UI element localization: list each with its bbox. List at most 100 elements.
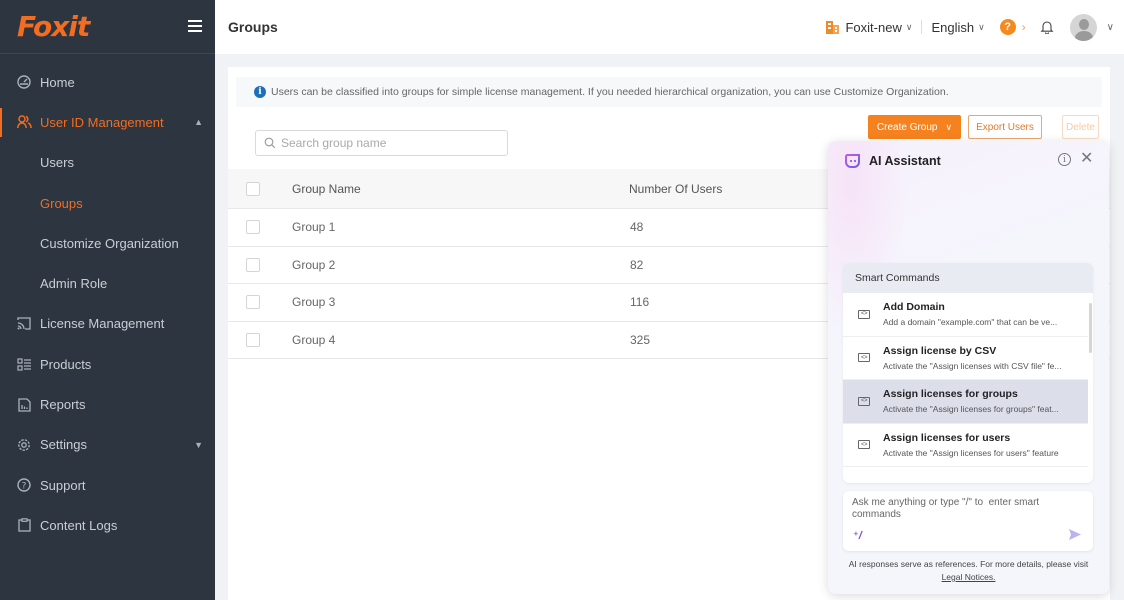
- search-input[interactable]: [281, 136, 481, 150]
- delete-button[interactable]: Delete: [1062, 115, 1099, 139]
- organization-selector[interactable]: Foxit-new ∨: [826, 20, 912, 35]
- sidebar-item-admin-role[interactable]: Admin Role: [0, 263, 215, 303]
- sidebar-item-label: Customize Organization: [40, 235, 179, 251]
- sidebar-item-label: Settings: [40, 437, 87, 453]
- row-checkbox[interactable]: [246, 295, 260, 310]
- smart-commands-title: Smart Commands: [843, 263, 1093, 293]
- divider: [921, 20, 923, 34]
- export-users-button[interactable]: Export Users: [968, 115, 1042, 139]
- bell-icon[interactable]: [1040, 20, 1054, 34]
- column-header-number-of-users[interactable]: Number Of Users: [629, 182, 722, 196]
- sidebar-item-label: Users: [40, 155, 74, 171]
- cast-icon: [16, 316, 32, 332]
- sidebar-item-label: Admin Role: [40, 276, 108, 292]
- legal-notices-link[interactable]: Legal Notices.: [942, 572, 996, 582]
- column-header-group-name[interactable]: Group Name: [292, 182, 361, 196]
- report-icon: [16, 397, 32, 413]
- top-header: Groups Foxit-new ∨ English ∨ ? › ∨: [215, 0, 1124, 54]
- gear-icon: [16, 437, 32, 453]
- command-description: Add a domain "example.com" that can be v…: [883, 317, 1058, 328]
- sidebar-item-settings[interactable]: Settings ▼: [0, 425, 215, 465]
- group-name-cell: Group 1: [292, 220, 336, 235]
- command-description: Activate the "Assign licenses with CSV f…: [883, 360, 1062, 371]
- send-icon[interactable]: [1069, 529, 1081, 540]
- disclaimer-text: AI responses serve as references. For mo…: [848, 559, 1089, 569]
- sidebar-item-support[interactable]: ? Support: [0, 465, 215, 505]
- sidebar-item-groups[interactable]: Groups: [0, 183, 215, 223]
- chevron-up-icon: ▲: [194, 117, 203, 128]
- code-icon: <>: [858, 396, 870, 406]
- select-all-checkbox[interactable]: [246, 181, 260, 196]
- command-title: Add Domain: [883, 301, 945, 314]
- ai-bot-icon: [845, 154, 860, 168]
- code-icon: <>: [858, 309, 870, 319]
- group-name-cell: Group 4: [292, 332, 336, 347]
- foxit-logo[interactable]: Foxit: [17, 10, 90, 43]
- info-banner: i Users can be classified into groups fo…: [236, 77, 1102, 107]
- smart-command-trigger-button[interactable]: ⁺/: [853, 529, 862, 542]
- group-name-cell: Group 3: [292, 295, 336, 310]
- info-icon[interactable]: i: [1058, 153, 1071, 166]
- command-title: Assign licenses for users: [883, 431, 1011, 444]
- code-icon: <>: [858, 440, 870, 450]
- page-title: Groups: [228, 19, 278, 35]
- info-text: Users can be classified into groups for …: [271, 86, 949, 98]
- sidebar-item-home[interactable]: Home: [0, 62, 215, 102]
- scrollbar[interactable]: [1089, 303, 1092, 353]
- smart-command-item[interactable]: <> Add Domain Add a domain "example.com" …: [843, 293, 1088, 337]
- smart-command-item[interactable]: <> Assign license by CSV Activate the "As…: [843, 337, 1088, 380]
- ai-chat-input[interactable]: [852, 497, 1082, 525]
- sidebar-item-user-id-management[interactable]: User ID Management ▲: [0, 102, 215, 142]
- sidebar-item-content-logs[interactable]: Content Logs: [0, 505, 215, 545]
- sidebar-item-customize-organization[interactable]: Customize Organization: [0, 223, 215, 263]
- smart-command-item[interactable]: <> Assign licenses for users Activate the…: [843, 424, 1088, 467]
- close-icon[interactable]: ✕: [1080, 151, 1093, 167]
- user-count-cell: 325: [630, 332, 651, 347]
- user-count-cell: 116: [630, 295, 650, 310]
- search-icon: [264, 137, 276, 149]
- sidebar: Foxit Home User ID Management ▲ Users Gr…: [0, 0, 215, 600]
- user-count-cell: 82: [630, 257, 644, 272]
- row-checkbox[interactable]: [246, 332, 260, 347]
- clipboard-icon: [16, 517, 32, 533]
- language-label: English: [931, 19, 975, 35]
- smart-command-item[interactable]: <> Assign licenses for groups Activate th…: [843, 380, 1088, 424]
- row-checkbox[interactable]: [246, 257, 260, 272]
- sidebar-item-label: Home: [40, 74, 75, 90]
- create-group-button[interactable]: Create Group ∨: [868, 115, 961, 139]
- sidebar-item-label: License Management: [40, 316, 165, 332]
- help-icon[interactable]: ?: [999, 19, 1016, 35]
- building-icon: [826, 21, 840, 34]
- chevron-down-icon: ▼: [194, 439, 203, 450]
- create-group-label: Create Group: [876, 121, 938, 133]
- chevron-right-icon[interactable]: ›: [1022, 20, 1026, 34]
- avatar[interactable]: [1069, 13, 1097, 41]
- sidebar-nav: Home User ID Management ▲ Users Groups C…: [0, 62, 215, 546]
- sidebar-item-users[interactable]: Users: [0, 143, 215, 183]
- info-icon: i: [254, 86, 266, 98]
- question-circle-icon: ?: [16, 477, 32, 493]
- sidebar-item-label: Content Logs: [40, 517, 118, 533]
- svg-text:?: ?: [22, 481, 27, 491]
- ai-assistant-panel: AI Assistant i ✕ Smart Commands <> Add D…: [828, 141, 1109, 594]
- sidebar-item-license-management[interactable]: License Management: [0, 304, 215, 344]
- sidebar-item-products[interactable]: Products: [0, 344, 215, 384]
- ai-input-box: ⁺/: [843, 491, 1093, 551]
- chevron-down-icon[interactable]: ∨: [1107, 22, 1114, 33]
- sidebar-item-label: Reports: [40, 397, 86, 413]
- sidebar-item-label: User ID Management: [40, 114, 164, 130]
- command-description: Activate the "Assign licenses for groups…: [883, 404, 1059, 415]
- ai-assistant-header: AI Assistant: [844, 153, 941, 168]
- command-title: Assign licenses for groups: [883, 388, 1018, 401]
- row-checkbox[interactable]: [246, 220, 260, 235]
- smart-commands-list: Smart Commands <> Add Domain Add a domain…: [843, 263, 1093, 483]
- hamburger-menu-icon[interactable]: [188, 20, 202, 32]
- header-actions: Foxit-new ∨ English ∨ ? › ∨: [826, 0, 1124, 54]
- language-selector[interactable]: English ∨: [931, 20, 984, 35]
- user-count-cell: 48: [630, 220, 644, 235]
- users-icon: [16, 114, 32, 130]
- search-group-field[interactable]: [255, 130, 508, 156]
- sidebar-item-reports[interactable]: Reports: [0, 384, 215, 424]
- ai-disclaimer: AI responses serve as references. For mo…: [828, 558, 1109, 584]
- chevron-down-icon: ∨: [905, 21, 913, 32]
